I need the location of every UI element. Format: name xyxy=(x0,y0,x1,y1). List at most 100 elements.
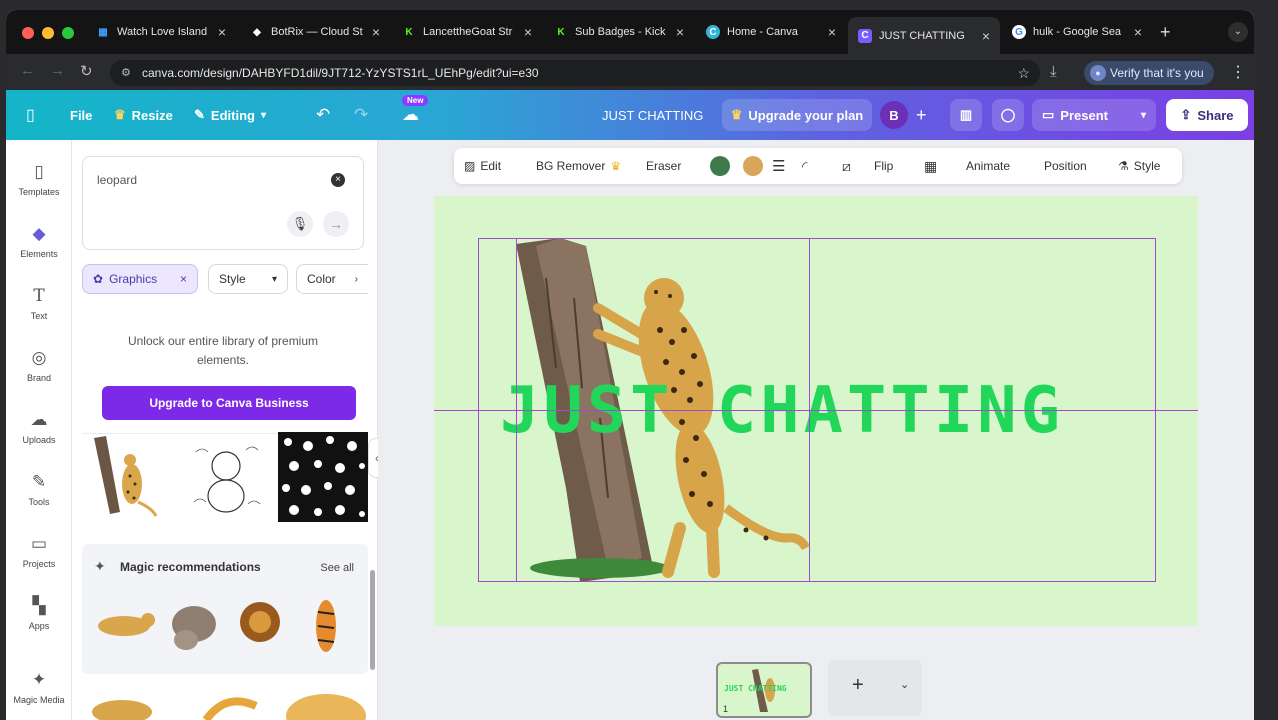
search-input[interactable]: leopard xyxy=(97,173,137,187)
verify-profile-button[interactable]: ● Verify that it's you xyxy=(1084,61,1214,85)
document-title[interactable]: JUST CHATTING xyxy=(602,90,703,140)
rail-item-elements[interactable]: ◆ Elements xyxy=(6,224,72,259)
see-all-link[interactable]: See all xyxy=(320,562,354,574)
avatar[interactable]: B xyxy=(880,101,908,129)
crown-icon: ♛ xyxy=(114,107,126,122)
recommendation-thumbnails[interactable] xyxy=(90,592,360,662)
browser-tab[interactable]: G hulk - Google Sea × xyxy=(1002,17,1152,47)
page-thumbnail[interactable]: JUST CHATTING 1 xyxy=(716,662,812,718)
leopard-tree-graphic[interactable] xyxy=(86,432,176,522)
rail-item-text[interactable]: T Text xyxy=(6,286,72,321)
panel-scrollbar[interactable] xyxy=(370,570,375,670)
graphics-filter-chip[interactable]: ✿ Graphics × xyxy=(82,264,198,294)
tab-title: JUST CHATTING xyxy=(879,29,965,42)
style-filter-chip[interactable]: Style ▾ xyxy=(208,264,288,294)
style-button[interactable]: ⚗ Style xyxy=(1118,148,1160,184)
browser-menu-icon[interactable]: ⋮ xyxy=(1230,62,1246,82)
rail-item-uploads[interactable]: ☁ Uploads xyxy=(6,410,72,445)
chevron-down-icon: ▾ xyxy=(260,109,266,121)
reload-icon[interactable]: ↻ xyxy=(80,62,93,80)
animate-label: Animate xyxy=(966,159,1011,173)
bg-remover-button[interactable]: BG Remover ♛ xyxy=(536,148,621,184)
rail-item-templates[interactable]: ▯ Templates xyxy=(6,162,72,197)
close-tab-icon[interactable]: × xyxy=(218,24,226,40)
color-swatch-green[interactable] xyxy=(710,156,730,176)
chip-label: Style xyxy=(219,272,246,286)
canva-icon: C xyxy=(706,25,720,39)
forward-icon[interactable]: → xyxy=(50,62,65,79)
color-filter-chip[interactable]: Color › xyxy=(296,264,368,294)
animate-button[interactable]: Animate xyxy=(966,148,1010,184)
close-tab-icon[interactable]: × xyxy=(982,28,990,44)
eraser-button[interactable]: Eraser xyxy=(646,148,681,184)
file-menu[interactable]: File xyxy=(70,90,92,140)
url-field[interactable]: ⚙ canva.com/design/DAHBYFD1dil/9JT712-Yz… xyxy=(110,60,1040,86)
transparency-icon[interactable]: ▦ xyxy=(924,148,937,184)
share-button[interactable]: ⇪ Share xyxy=(1166,99,1248,131)
back-icon[interactable]: ← xyxy=(20,62,35,79)
add-page-button[interactable]: + ⌄ xyxy=(828,660,922,716)
corner-rounding-icon[interactable]: ◜ xyxy=(802,148,807,184)
leopard-coloring-graphic[interactable] xyxy=(184,432,274,522)
close-tab-icon[interactable]: × xyxy=(524,24,532,40)
line-weight-icon[interactable]: ☰ xyxy=(772,148,785,184)
edit-image-button[interactable]: ▨ Edit xyxy=(464,148,501,184)
rail-label: Templates xyxy=(18,187,60,197)
rail-item-brand[interactable]: ◎ Brand xyxy=(6,348,72,383)
comments-icon[interactable]: ◯ xyxy=(992,99,1024,131)
close-tab-icon[interactable]: × xyxy=(1134,24,1142,40)
rail-item-projects[interactable]: ▭ Projects xyxy=(6,534,72,569)
browser-tab-active[interactable]: C JUST CHATTING × xyxy=(848,17,1000,54)
search-submit-icon[interactable]: → xyxy=(323,211,349,237)
site-info-icon[interactable]: ⚙ xyxy=(121,60,131,86)
close-tab-icon[interactable]: × xyxy=(676,24,684,40)
new-tab-button[interactable]: + xyxy=(1160,22,1171,43)
design-page[interactable]: JUST CHATTING xyxy=(434,196,1198,626)
download-icon[interactable]: ⤓ xyxy=(1050,63,1057,80)
remove-filter-icon[interactable]: × xyxy=(180,272,187,286)
premium-upsell: Unlock our entire library of premium ele… xyxy=(82,318,364,434)
maximize-window-button[interactable] xyxy=(62,27,74,39)
upgrade-business-button[interactable]: Upgrade to Canva Business xyxy=(102,386,356,420)
close-window-button[interactable] xyxy=(22,27,34,39)
insights-icon[interactable]: ▥ xyxy=(950,99,982,131)
chevron-down-icon[interactable]: ⌄ xyxy=(900,678,909,691)
browser-tab[interactable]: ▦ Watch Love Island × xyxy=(86,17,236,47)
add-collaborator-icon[interactable]: + xyxy=(916,90,927,140)
rail-label: Uploads xyxy=(22,435,56,445)
microphone-icon[interactable]: 🎙 xyxy=(287,211,313,237)
rail-label: Text xyxy=(30,311,48,321)
bookmark-star-icon[interactable]: ☆ xyxy=(1017,60,1030,86)
leopard-pattern-graphic[interactable] xyxy=(278,432,368,522)
close-tab-icon[interactable]: × xyxy=(828,24,836,40)
tab-search-button[interactable]: ⌄ xyxy=(1228,22,1248,42)
rail-item-tools[interactable]: ✎ Tools xyxy=(6,472,72,507)
undo-icon[interactable]: ↶ xyxy=(316,90,330,140)
side-panel-toggle-icon[interactable]: ▯ xyxy=(26,90,35,140)
redo-icon[interactable]: ↷ xyxy=(354,90,368,140)
browser-tab[interactable]: ◆ BotRix — Cloud St × xyxy=(240,17,390,47)
minimize-window-button[interactable] xyxy=(42,27,54,39)
flip-button[interactable]: Flip xyxy=(874,148,893,184)
browser-tab[interactable]: K Sub Badges - Kick × xyxy=(544,17,694,47)
more-leopard-results[interactable] xyxy=(86,686,366,720)
close-tab-icon[interactable]: × xyxy=(372,24,380,40)
browser-tab[interactable]: K LancettheGoat Str × xyxy=(392,17,542,47)
color-swatch-tan[interactable] xyxy=(743,156,763,176)
resize-button[interactable]: ♛ Resize xyxy=(114,90,173,140)
crop-icon[interactable]: ⧄ xyxy=(842,148,851,184)
rail-item-apps[interactable]: ▚ Apps xyxy=(6,596,72,631)
selection-box-image[interactable] xyxy=(516,238,810,582)
search-box[interactable]: leopard × 🎙 → xyxy=(82,156,364,250)
position-button[interactable]: Position xyxy=(1044,148,1087,184)
present-button[interactable]: ▭ Present ▾ xyxy=(1032,99,1156,131)
rail-item-magic-media[interactable]: ✦ Magic Media xyxy=(6,670,72,705)
clear-search-icon[interactable]: × xyxy=(331,173,345,187)
upgrade-plan-button[interactable]: ♛ Upgrade your plan xyxy=(722,99,872,131)
editing-mode-button[interactable]: ✎ Editing ▾ xyxy=(194,90,266,140)
edit-label: Edit xyxy=(480,159,502,173)
browser-tab[interactable]: C Home - Canva × xyxy=(696,17,846,47)
upsell-text: Unlock our entire library of premium ele… xyxy=(127,334,319,367)
flip-label: Flip xyxy=(874,159,894,173)
chevron-down-icon[interactable]: ▾ xyxy=(1141,110,1146,121)
